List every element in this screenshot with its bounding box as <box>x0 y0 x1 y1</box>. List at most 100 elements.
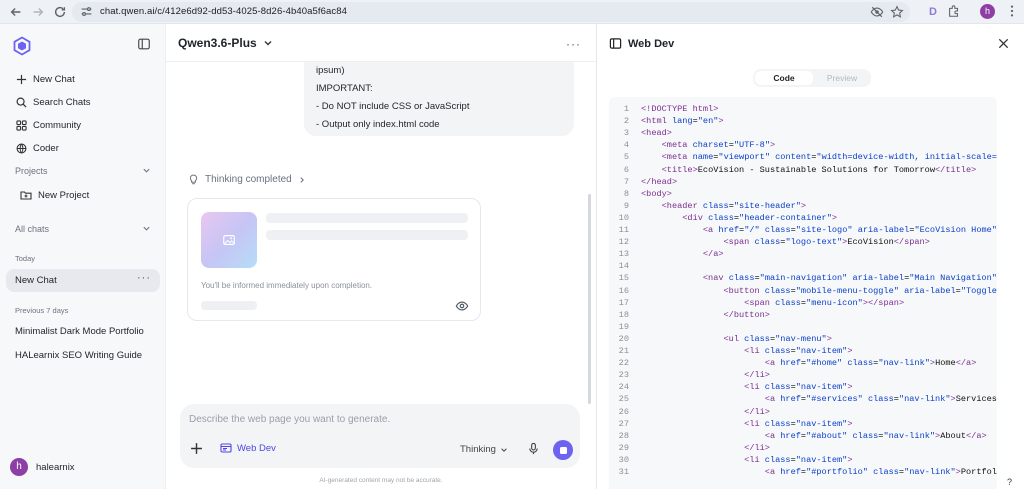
image-placeholder-icon <box>201 212 257 268</box>
code-line: 9 <header class="site-header"> <box>609 200 997 212</box>
today-label: Today <box>15 254 36 263</box>
code-line: 16 <button class="mobile-menu-toggle" ar… <box>609 285 997 297</box>
line-number: 23 <box>618 370 629 381</box>
web-dev-panel: Web Dev Code Preview 1 <!DOCTYPE html> 2 <h… <box>596 24 1024 489</box>
user-message: ipsum) IMPORTANT: - Do NOT include CSS o… <box>304 54 574 136</box>
eye-icon[interactable] <box>455 299 469 313</box>
thinking-status-label: Thinking completed <box>205 174 292 185</box>
stop-icon <box>559 446 567 454</box>
qwen-logo-icon[interactable] <box>12 36 32 56</box>
line-number: 11 <box>618 225 629 235</box>
new-project-button[interactable]: New Project <box>20 189 89 201</box>
code-line: 23 </li> <box>609 369 997 381</box>
line-number: 27 <box>618 418 629 429</box>
line-number: 20 <box>618 333 629 344</box>
line-number: 28 <box>618 430 629 441</box>
more-options-icon[interactable]: ··· <box>566 37 581 51</box>
chat-item-active[interactable]: New Chat ··· <box>6 269 160 292</box>
tab-code[interactable]: Code <box>755 71 813 85</box>
line-number: 8 <box>623 188 629 199</box>
message-line: - Output only index.html code <box>316 119 440 130</box>
line-number: 25 <box>618 394 629 405</box>
web-dev-label: Web Dev <box>237 442 276 454</box>
code-line: 26 </li> <box>609 406 997 418</box>
plus-icon[interactable] <box>190 442 203 455</box>
code-line: 13 </a> <box>609 248 997 260</box>
line-number: 31 <box>618 467 629 477</box>
disclaimer: AI-generated content may not be accurate… <box>319 477 443 484</box>
chat-item-history[interactable]: Minimalist Dark Mode Portfolio <box>15 326 144 337</box>
eye-off-icon[interactable] <box>870 5 884 19</box>
line-number: 14 <box>618 261 629 272</box>
reload-icon[interactable] <box>52 4 68 20</box>
prompt-input[interactable] <box>189 414 569 425</box>
code-line: 21 <li class="nav-item"> <box>609 345 997 357</box>
browser-window-icon <box>220 442 232 454</box>
sidebar-item-new-chat[interactable]: New Chat <box>15 73 75 85</box>
extension-icon[interactable]: D <box>926 4 940 20</box>
stop-button[interactable] <box>553 440 573 460</box>
line-number: 16 <box>618 285 629 296</box>
forward-arrow-icon[interactable] <box>30 4 46 20</box>
scrollbar[interactable] <box>588 194 591 404</box>
bookmark-star-icon[interactable] <box>890 5 904 19</box>
all-chats-section-header[interactable]: All chats <box>15 224 151 234</box>
thinking-mode-select[interactable]: Thinking <box>460 444 508 455</box>
help-icon[interactable]: ? <box>1007 477 1012 487</box>
sidebar-item-search-chats[interactable]: Search Chats <box>15 96 91 108</box>
line-number: 17 <box>618 297 629 308</box>
message-composer: Web Dev Thinking <box>180 404 580 468</box>
code-line: 8 <body> <box>609 188 997 200</box>
code-line: 24 <li class="nav-item"> <box>609 381 997 393</box>
close-icon[interactable] <box>997 37 1010 50</box>
code-line: 19 <box>609 321 997 333</box>
line-number: 10 <box>618 212 629 223</box>
generation-card[interactable]: You'll be informed immediately upon comp… <box>187 198 481 321</box>
url-text[interactable]: chat.qwen.ai/c/412e6d92-dd53-4025-8d26-4… <box>100 6 347 17</box>
line-number: 18 <box>618 309 629 320</box>
tab-preview[interactable]: Preview <box>815 71 869 85</box>
chevron-right-icon <box>298 176 306 184</box>
address-bar[interactable]: chat.qwen.ai/c/412e6d92-dd53-4025-8d26-4… <box>72 2 910 22</box>
model-selector[interactable]: Qwen3.6-Plus <box>178 36 273 50</box>
sidebar-item-label: Search Chats <box>33 96 91 108</box>
sidebar-item-label: Coder <box>33 142 59 154</box>
new-project-label: New Project <box>38 189 90 201</box>
line-number: 21 <box>618 346 629 356</box>
puzzle-icon[interactable] <box>947 4 961 18</box>
panel-title: Web Dev <box>609 37 674 50</box>
code-line: 1 <!DOCTYPE html> <box>609 103 997 115</box>
chat-item-history[interactable]: HALearnix SEO Writing Guide <box>15 350 142 361</box>
message-line: IMPORTANT: <box>316 83 373 94</box>
back-arrow-icon[interactable] <box>8 4 24 20</box>
profile-avatar[interactable]: h <box>980 4 995 19</box>
code-line: 30 <li class="nav-item"> <box>609 454 997 466</box>
line-number: 4 <box>623 140 629 151</box>
sidebar: New Chat Search Chats Community Coder Pr… <box>0 24 166 489</box>
lightbulb-icon <box>188 174 199 185</box>
search-icon <box>15 96 27 108</box>
code-line: 7 </head> <box>609 176 997 188</box>
projects-section-header[interactable]: Projects <box>15 166 151 176</box>
code-viewer[interactable]: 1 <!DOCTYPE html> 2 <html lang="en"> 3 <head>… <box>609 97 997 489</box>
line-number: 30 <box>618 454 629 465</box>
code-line: 5 <meta name="viewport" content="width=d… <box>609 151 997 163</box>
completion-note: You'll be informed immediately upon comp… <box>201 281 373 290</box>
sidebar-toggle-icon[interactable] <box>137 37 151 51</box>
site-settings-icon[interactable] <box>80 5 93 18</box>
sidebar-item-community[interactable]: Community <box>15 119 81 131</box>
line-number: 29 <box>618 442 629 453</box>
more-vertical-icon[interactable] <box>1005 4 1019 18</box>
line-number: 7 <box>623 176 629 187</box>
microphone-icon[interactable] <box>527 442 540 455</box>
globe-icon <box>15 142 27 154</box>
code-line: 27 <li class="nav-item"> <box>609 418 997 430</box>
user-profile[interactable]: h halearnix <box>10 458 75 476</box>
line-number: 15 <box>618 273 629 284</box>
chat-options-icon[interactable]: ··· <box>137 272 151 284</box>
sidebar-item-coder[interactable]: Coder <box>15 142 59 154</box>
web-dev-mode-chip[interactable]: Web Dev <box>220 442 276 454</box>
thinking-status[interactable]: Thinking completed <box>188 174 306 185</box>
line-number: 1 <box>623 104 629 114</box>
chat-item-title: New Chat <box>15 275 57 286</box>
